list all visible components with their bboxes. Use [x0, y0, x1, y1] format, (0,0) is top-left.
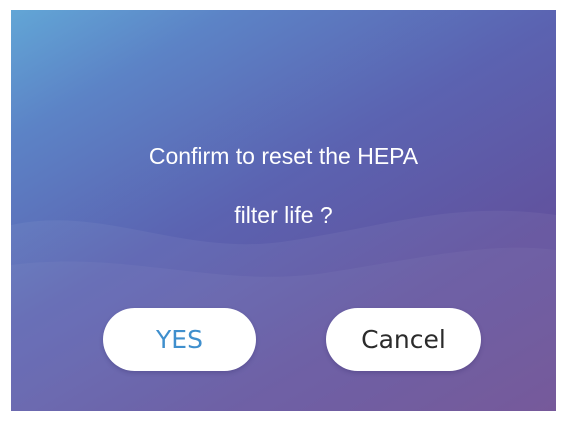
yes-button[interactable]: YES [103, 308, 256, 371]
dialog-message-line-1: Confirm to reset the HEPA [148, 143, 419, 169]
cancel-button[interactable]: Cancel [326, 308, 481, 371]
reset-filter-dialog: Confirm to reset the HEPA filter life ? … [11, 10, 556, 411]
dialog-message-line-2: filter life ? [234, 202, 333, 228]
